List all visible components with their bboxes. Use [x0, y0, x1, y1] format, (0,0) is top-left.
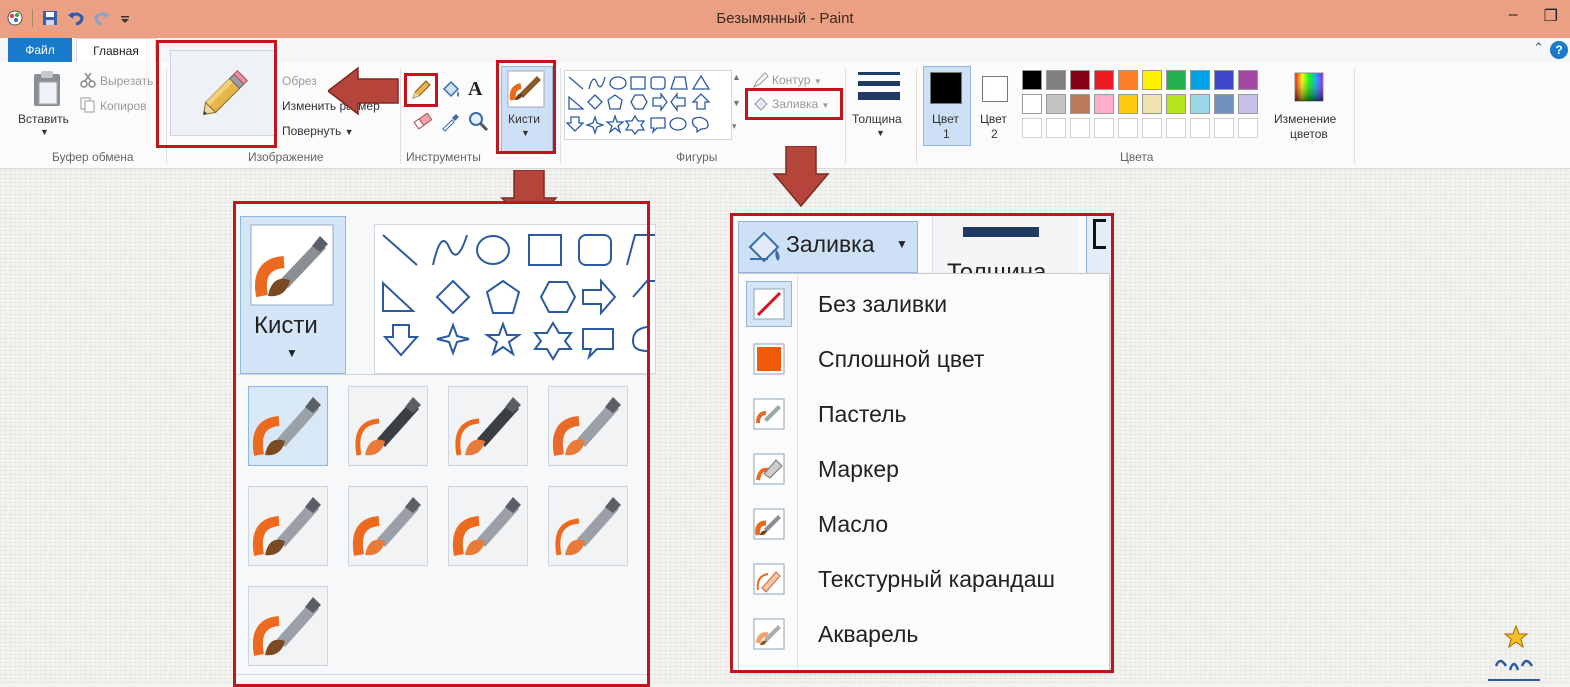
pencil-tool-icon[interactable]	[410, 79, 432, 101]
palette-swatch[interactable]	[1118, 118, 1138, 138]
paste-dropdown-icon[interactable]: ▼	[40, 127, 49, 137]
palette-swatch[interactable]	[1166, 118, 1186, 138]
color1-label: Цвет	[932, 112, 959, 126]
edit-colors-icon[interactable]	[1294, 72, 1324, 102]
title-bar: Безымянный - Paint – ❐	[0, 0, 1570, 38]
brushes-highlight	[496, 60, 556, 154]
color1-number: 1	[943, 127, 950, 141]
palette-swatch[interactable]	[1214, 118, 1234, 138]
paste-button[interactable]: Вставить	[18, 112, 69, 126]
help-icon[interactable]: ?	[1550, 41, 1568, 59]
color2-label: Цвет	[980, 112, 1007, 126]
fill-bucket-icon[interactable]	[440, 79, 462, 101]
colors-group-label: Цвета	[1120, 150, 1154, 164]
arrow-down-fill-icon	[772, 146, 830, 208]
text-tool-icon[interactable]: A	[468, 78, 482, 101]
tools-group-label: Инструменты	[406, 150, 481, 164]
size-icon	[858, 72, 900, 100]
palette-swatch[interactable]	[1238, 118, 1258, 138]
tab-home[interactable]: Главная	[76, 38, 156, 63]
magnifier-icon[interactable]	[467, 110, 489, 132]
palette-swatch[interactable]	[1190, 70, 1210, 90]
copy-button[interactable]: Копиров	[100, 99, 147, 113]
palette-swatch[interactable]	[1190, 94, 1210, 114]
palette-swatch[interactable]	[1238, 94, 1258, 114]
fill-panel-highlight	[730, 213, 1114, 673]
palette-swatch[interactable]	[1142, 118, 1162, 138]
tab-file[interactable]: Файл	[8, 38, 72, 62]
outline-button[interactable]: Контур ▼	[772, 73, 822, 87]
palette-swatch[interactable]	[1118, 94, 1138, 114]
crop-button[interactable]: Обрез	[282, 74, 317, 88]
palette-swatch[interactable]	[1022, 70, 1042, 90]
palette-swatch[interactable]	[1070, 118, 1090, 138]
shapes-expand-icon[interactable]: ▾	[732, 121, 737, 132]
palette-swatch[interactable]	[1142, 94, 1162, 114]
window-controls: – ❐	[1509, 6, 1558, 26]
palette-swatch[interactable]	[1094, 94, 1114, 114]
edit-colors-label-2[interactable]: цветов	[1290, 127, 1328, 141]
palette-swatch[interactable]	[1142, 70, 1162, 90]
palette-swatch[interactable]	[1190, 118, 1210, 138]
palette-swatch[interactable]	[1022, 94, 1042, 114]
decoration-icon	[1488, 624, 1540, 681]
palette-swatch[interactable]	[1070, 94, 1090, 114]
color-picker-icon[interactable]	[440, 110, 462, 132]
palette-swatch[interactable]	[1046, 70, 1066, 90]
shapes-scroll-down-icon[interactable]: ▼	[732, 98, 741, 108]
palette-swatch[interactable]	[1214, 70, 1234, 90]
cut-icon[interactable]	[80, 72, 96, 88]
eraser-icon[interactable]	[412, 110, 434, 132]
fill-highlight	[745, 88, 843, 120]
edit-colors-label-1[interactable]: Изменение	[1274, 112, 1336, 126]
brushes-panel-highlight	[233, 201, 650, 687]
arrow-left-icon	[328, 66, 399, 116]
palette-swatch[interactable]	[1070, 70, 1090, 90]
palette-swatch[interactable]	[1166, 70, 1186, 90]
shapes-scroll-up-icon[interactable]: ▲	[732, 72, 741, 82]
shapes-gallery[interactable]	[564, 70, 732, 140]
outline-icon[interactable]	[752, 71, 770, 89]
rotate-button[interactable]: Повернуть ▼	[282, 124, 354, 138]
color2-swatch[interactable]	[982, 76, 1008, 102]
collapse-ribbon-icon[interactable]: ⌃	[1533, 40, 1544, 56]
window-title: Безымянный - Paint	[716, 10, 854, 27]
shapes-grid-icon	[565, 74, 711, 136]
palette-swatch[interactable]	[1094, 118, 1114, 138]
minimize-icon[interactable]: –	[1509, 6, 1518, 26]
palette-swatch[interactable]	[1238, 70, 1258, 90]
cut-button[interactable]: Вырезать	[100, 74, 153, 88]
palette-swatch[interactable]	[1046, 94, 1066, 114]
palette-swatch[interactable]	[1094, 70, 1114, 90]
palette-swatch[interactable]	[1046, 118, 1066, 138]
size-dropdown-icon[interactable]: ▼	[876, 128, 885, 138]
maximize-icon[interactable]: ❐	[1544, 6, 1558, 26]
shapes-group-label: Фигуры	[676, 150, 718, 164]
color1-swatch	[930, 72, 962, 104]
paste-icon[interactable]	[30, 70, 64, 108]
copy-icon[interactable]	[80, 97, 96, 113]
rotate-dropdown-icon: ▼	[344, 127, 354, 137]
pencil-zoom-highlight	[156, 40, 277, 148]
image-group-label: Изображение	[248, 150, 324, 164]
palette-swatch[interactable]	[1118, 70, 1138, 90]
palette-swatch[interactable]	[1166, 94, 1186, 114]
size-button[interactable]: Толщина	[852, 112, 902, 126]
palette-swatch[interactable]	[1214, 94, 1234, 114]
clipboard-group-label: Буфер обмена	[52, 150, 134, 164]
palette-swatch[interactable]	[1022, 118, 1042, 138]
color2-number: 2	[991, 127, 998, 141]
